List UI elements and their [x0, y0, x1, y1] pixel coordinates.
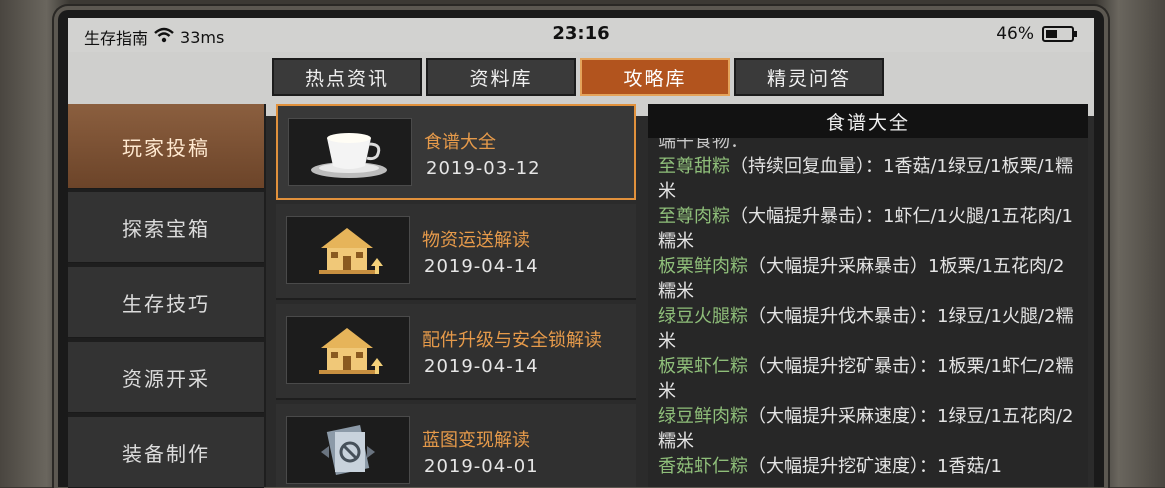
article-title: 配件升级与安全锁解读: [422, 330, 602, 351]
recipe-name: 绿豆火腿粽: [658, 306, 748, 327]
blueprint-icon: [286, 416, 410, 484]
detail-content[interactable]: 端午食物： 至尊甜粽（持续回复血量）：1香菇/1绿豆/1板栗/1糯米 至尊肉粽（…: [658, 138, 1078, 487]
recipe-entry: 至尊肉粽（大幅提升暴击）：1虾仁/1火腿/1五花肉/1糯米: [658, 204, 1078, 254]
recipe-name: 板栗虾仁粽: [658, 356, 748, 377]
tab-spirit-qa[interactable]: 精灵问答: [734, 58, 884, 96]
sidebar: 玩家投稿 探索宝箱 生存技巧 资源开采 装备制作: [68, 104, 266, 488]
battery-percent: 46%: [996, 24, 1034, 44]
detail-intro: 端午食物：: [658, 138, 748, 152]
tab-bar: 热点资讯 资料库 攻略库 精灵问答: [272, 58, 884, 96]
article-title: 食谱大全: [424, 132, 496, 153]
status-bar: 生存指南 33ms 23:16 46%: [68, 18, 1094, 52]
teacup-icon: [288, 118, 412, 186]
sidebar-item-resources[interactable]: 资源开采: [68, 342, 264, 413]
article-card[interactable]: 食谱大全 2019-03-12: [276, 104, 636, 200]
detail-title: 食谱大全: [648, 104, 1088, 138]
detail-panel: 食谱大全 端午食物： 至尊甜粽（持续回复血量）：1香菇/1绿豆/1板栗/1糯米 …: [648, 104, 1088, 487]
recipe-desc: （大幅提升挖矿速度）：1香菇/1: [748, 456, 1002, 477]
sidebar-item-player-submissions[interactable]: 玩家投稿: [68, 104, 264, 189]
recipe-entry: 板栗鲜肉粽（大幅提升采麻暴击）1板栗/1五花肉/2糯米: [658, 254, 1078, 304]
tab-hot-news[interactable]: 热点资讯: [272, 58, 422, 96]
article-list: 食谱大全 2019-03-12 物资运送解读 2019-04-14 配件升级与安…: [272, 104, 642, 487]
status-right: 46%: [996, 24, 1077, 44]
tab-guides[interactable]: 攻略库: [580, 58, 730, 96]
recipe-entry: 绿豆鲜肉粽（大幅提升采麻速度）：1绿豆/1五花肉/2糯米: [658, 404, 1078, 454]
article-title: 蓝图变现解读: [422, 430, 530, 451]
article-title: 物资运送解读: [422, 230, 530, 251]
article-date: 2019-03-12: [426, 158, 541, 179]
article-card[interactable]: 蓝图变现解读 2019-04-01: [276, 404, 636, 487]
recipe-entry: 香菇虾仁粽（大幅提升挖矿速度）：1香菇/1: [658, 454, 1078, 479]
sidebar-item-survival-tips[interactable]: 生存技巧: [68, 267, 264, 338]
screen: 生存指南 33ms 23:16 46% 热点资讯 资料库 攻略库 精灵问答 玩家…: [68, 18, 1094, 488]
recipe-name: 绿豆鲜肉粽: [658, 406, 748, 427]
battery-icon: [1042, 26, 1077, 42]
article-card[interactable]: 物资运送解读 2019-04-14: [276, 204, 636, 300]
house-upgrade-icon: [286, 216, 410, 284]
recipe-entry: 绿豆火腿粽（大幅提升伐木暴击）：1绿豆/1火腿/2糯米: [658, 304, 1078, 354]
recipe-name: 香菇虾仁粽: [658, 456, 748, 477]
sidebar-item-treasure[interactable]: 探索宝箱: [68, 192, 264, 263]
recipe-name: 至尊甜粽: [658, 156, 730, 177]
sidebar-item-crafting[interactable]: 装备制作: [68, 417, 264, 488]
article-date: 2019-04-14: [424, 256, 539, 277]
article-date: 2019-04-14: [424, 356, 539, 377]
recipe-name: 板栗鲜肉粽: [658, 256, 748, 277]
tab-database[interactable]: 资料库: [426, 58, 576, 96]
article-date: 2019-04-01: [424, 456, 539, 477]
article-card[interactable]: 配件升级与安全锁解读 2019-04-14: [276, 304, 636, 400]
clock: 23:16: [552, 23, 610, 44]
recipe-entry: 板栗虾仁粽（大幅提升挖矿暴击）：1板栗/1虾仁/2糯米: [658, 354, 1078, 404]
house-upgrade-icon: [286, 316, 410, 384]
recipe-entry: 至尊甜粽（持续回复血量）：1香菇/1绿豆/1板栗/1糯米: [658, 154, 1078, 204]
recipe-name: 至尊肉粽: [658, 206, 730, 227]
